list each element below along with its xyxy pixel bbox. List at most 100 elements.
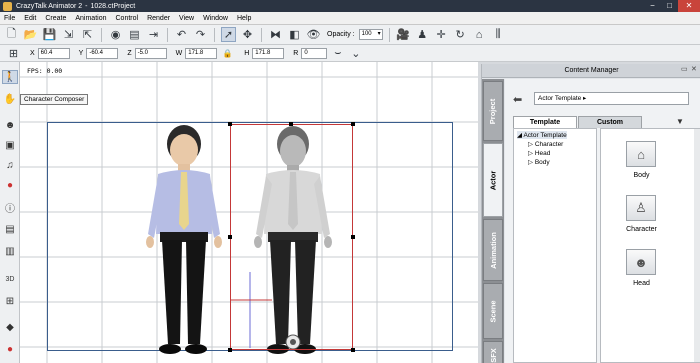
menu-render[interactable]: Render <box>147 15 170 22</box>
image-icon[interactable]: ▣ <box>2 138 18 152</box>
home-icon[interactable]: ⌂ <box>472 27 487 42</box>
open-project-icon[interactable]: 📂 <box>23 27 38 42</box>
pan-tool-icon[interactable]: ✥ <box>240 27 255 42</box>
pivot-guides <box>230 272 272 348</box>
new-project-icon[interactable]: 🗋 <box>4 27 19 42</box>
z-field[interactable]: -5.0 <box>134 47 167 59</box>
maximize-button[interactable]: □ <box>661 0 678 12</box>
toolbar-divider <box>167 27 168 42</box>
close-button[interactable]: ✕ <box>678 0 700 12</box>
left-tool-strip: 🚶 ✋ ☻ ▣ ♫ ● ⓘ ▤ ▥ 3D ⊞ ◆ ● <box>0 62 20 363</box>
toolbar-divider <box>214 27 215 42</box>
redo-icon[interactable]: ↷ <box>193 27 208 42</box>
ease-out-icon[interactable]: ⌄ <box>348 46 363 61</box>
lock-ratio-icon[interactable]: 🔒 <box>220 46 235 61</box>
menu-animation[interactable]: Animation <box>75 15 106 22</box>
panel-title: Content Manager <box>482 64 700 78</box>
rotate-icon[interactable]: ↻ <box>453 27 468 42</box>
timeline-icon[interactable]: ⫼ <box>491 27 506 42</box>
resize-handle[interactable] <box>228 235 232 239</box>
layer-order-icon[interactable]: ◧ <box>287 27 302 42</box>
transform-icon: ⊞ <box>8 47 19 60</box>
save-icon[interactable]: 💾 <box>42 27 57 42</box>
menu-file[interactable]: File <box>4 15 15 22</box>
move-icon[interactable]: ✛ <box>434 27 449 42</box>
h-field[interactable]: 171.8 <box>252 47 285 59</box>
menu-help[interactable]: Help <box>237 15 251 22</box>
import-icon[interactable]: ⇲ <box>61 27 76 42</box>
w-field[interactable]: 171.8 <box>185 47 218 59</box>
face-icon[interactable]: ☻ <box>2 118 18 132</box>
thumb-label: Body <box>633 172 650 179</box>
flip-icon[interactable]: ⧓ <box>268 27 283 42</box>
tab-sfx[interactable]: SFX <box>483 341 503 363</box>
output-icon[interactable]: ⇥ <box>146 27 161 42</box>
x-label: X <box>30 49 35 57</box>
path-breadcrumb[interactable]: Actor Template ▸ <box>534 92 689 105</box>
thumb-label: Head <box>633 280 650 287</box>
x-field[interactable]: 60.4 <box>37 47 70 59</box>
select-tool-icon[interactable]: ➚ <box>221 27 236 42</box>
record-voice-icon[interactable]: ● <box>2 178 18 192</box>
resize-handle[interactable] <box>351 122 355 126</box>
info-icon[interactable]: ⓘ <box>2 200 18 215</box>
opacity-select[interactable]: 100 <box>358 29 383 40</box>
3d-icon[interactable]: 3D <box>2 272 18 286</box>
menu-bar: File Edit Create Animation Control Rende… <box>0 12 700 25</box>
tab-project[interactable]: Project <box>483 81 503 141</box>
layout-icon[interactable]: ▤ <box>2 222 18 236</box>
props-icon[interactable]: ◆ <box>2 320 18 334</box>
tab-template[interactable]: Template <box>513 116 577 128</box>
back-arrow-icon[interactable]: ⬅ <box>513 93 522 106</box>
title-separator: - <box>85 2 88 10</box>
resize-handle[interactable] <box>228 348 232 352</box>
tree-item-character[interactable]: ▷ Character <box>528 140 563 148</box>
stamp-icon[interactable]: ✋ <box>2 92 18 106</box>
record-icon[interactable]: ● <box>2 342 18 356</box>
camera-icon[interactable]: 🎥 <box>396 27 411 42</box>
toolbar-divider <box>101 27 102 42</box>
visibility-icon[interactable]: 👁 <box>306 27 321 42</box>
resize-handle[interactable] <box>351 348 355 352</box>
z-label: Z <box>127 49 132 57</box>
toolbar-divider <box>261 27 262 42</box>
tree-item-head[interactable]: ▷ Head <box>528 149 550 157</box>
tab-actor[interactable]: Actor <box>483 143 503 217</box>
panel-menu-icon[interactable]: ▼ <box>676 117 684 126</box>
panel-pin-icon[interactable]: ▭ <box>681 66 689 74</box>
puppet-icon[interactable]: ♟ <box>415 27 430 42</box>
head-template-icon[interactable]: ☻ <box>626 249 656 275</box>
stage-canvas[interactable]: FPS: 0.00 <box>20 62 478 363</box>
undo-icon[interactable]: ↶ <box>174 27 189 42</box>
h-label: H <box>244 49 250 57</box>
menu-control[interactable]: Control <box>116 15 139 22</box>
resize-handle[interactable] <box>351 235 355 239</box>
resize-handle[interactable] <box>289 122 293 126</box>
music-icon[interactable]: ♫ <box>2 158 18 172</box>
menu-window[interactable]: Window <box>203 15 228 22</box>
render-icon[interactable]: ▤ <box>127 27 142 42</box>
tab-animation[interactable]: Animation <box>483 219 503 281</box>
panel-close-icon[interactable]: ✕ <box>691 66 699 74</box>
r-field[interactable]: 0 <box>301 47 328 59</box>
resize-handle[interactable] <box>228 122 232 126</box>
export-icon[interactable]: ⇱ <box>80 27 95 42</box>
character-composer-icon[interactable]: 🚶 <box>2 70 18 84</box>
tab-scene[interactable]: Scene <box>483 283 503 339</box>
grid-icon[interactable]: ⊞ <box>2 294 18 308</box>
gallery-scrollbar[interactable] <box>694 129 700 362</box>
character-template-icon[interactable]: ♙ <box>626 195 656 221</box>
minimize-button[interactable]: − <box>644 0 661 12</box>
ease-in-icon[interactable]: ⌣ <box>330 46 345 61</box>
body-template-icon[interactable]: ⌂ <box>626 141 656 167</box>
sprite-icon[interactable]: ▥ <box>2 244 18 258</box>
menu-edit[interactable]: Edit <box>24 15 36 22</box>
menu-create[interactable]: Create <box>45 15 66 22</box>
tree-item-body[interactable]: ▷ Body <box>528 158 550 166</box>
preview-icon[interactable]: ◉ <box>108 27 123 42</box>
tree-root[interactable]: ◢ Actor Template <box>517 131 567 139</box>
template-gallery: ⌂ Body ♙ Character ☻ Head <box>600 128 700 363</box>
y-field[interactable]: -60.4 <box>86 47 119 59</box>
tab-custom[interactable]: Custom <box>578 116 642 128</box>
menu-view[interactable]: View <box>179 15 194 22</box>
